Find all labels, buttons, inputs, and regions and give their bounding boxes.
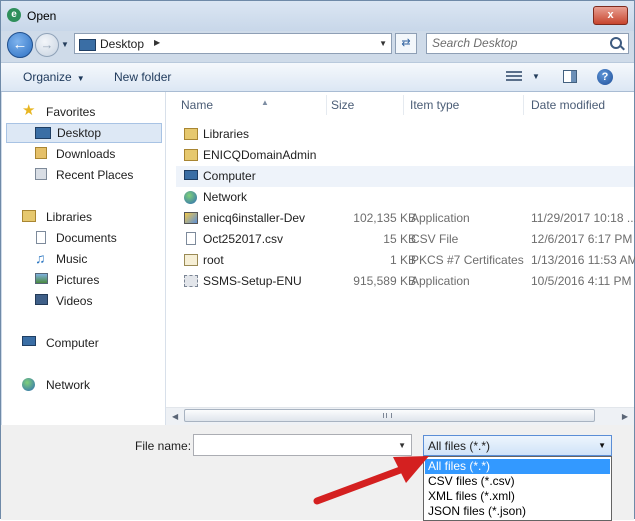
desktop-icon — [35, 127, 51, 139]
installer-icon — [184, 212, 198, 224]
app-icon: e — [7, 8, 21, 22]
computer-icon — [22, 336, 36, 346]
grip-icon — [383, 413, 392, 418]
preview-pane-icon[interactable] — [563, 70, 577, 83]
file-row-computer[interactable]: Computer — [176, 166, 634, 187]
filter-option-json[interactable]: JSON files (*.json) — [425, 504, 610, 519]
sidebar-item-documents[interactable]: Documents — [35, 228, 162, 248]
recent-places-icon — [35, 168, 47, 180]
sidebar-item-pictures[interactable]: Pictures — [35, 270, 162, 290]
column-header-size[interactable]: Size — [331, 92, 406, 118]
recent-locations-dropdown[interactable]: ▼ — [61, 40, 69, 49]
file-row-enicq6installer[interactable]: enicq6installer-Dev 102,135 KB Applicati… — [176, 208, 635, 229]
file-row-root[interactable]: root 1 KB PKCS #7 Certificates 1/13/2016… — [176, 250, 635, 271]
annotation-arrow-icon — [313, 456, 429, 505]
sort-ascending-icon: ▲ — [261, 98, 269, 107]
folder-icon — [184, 128, 198, 140]
scrollbar-thumb[interactable] — [184, 409, 595, 422]
network-icon — [184, 191, 197, 204]
column-divider[interactable] — [523, 95, 524, 115]
window-title: Open — [27, 9, 57, 23]
filter-option-csv[interactable]: CSV files (*.csv) — [425, 474, 610, 489]
search-input[interactable] — [432, 36, 602, 50]
new-folder-button[interactable]: New folder — [114, 70, 171, 84]
file-type-dropdown-list: All files (*.*) CSV files (*.csv) XML fi… — [423, 456, 612, 521]
sidebar-item-videos[interactable]: Videos — [35, 291, 162, 311]
libraries-icon — [22, 210, 36, 222]
setup-icon — [184, 275, 198, 287]
sidebar-item-computer[interactable]: Computer — [22, 333, 162, 353]
sidebar-item-downloads[interactable]: Downloads — [35, 144, 162, 164]
sidebar-item-music[interactable]: ♫ Music — [35, 249, 162, 269]
column-header-type[interactable]: Item type — [410, 92, 520, 118]
search-box[interactable] — [426, 33, 629, 54]
libraries-header[interactable]: Libraries — [22, 207, 162, 227]
title-bar[interactable]: e Open x — [1, 1, 634, 31]
file-name-label: File name: — [135, 439, 192, 453]
sidebar-item-network[interactable]: Network — [22, 375, 162, 395]
search-icon[interactable] — [610, 37, 622, 49]
file-row-oct252017-csv[interactable]: Oct252017.csv 15 KB CSV File 12/6/2017 6… — [176, 229, 634, 250]
scroll-left-icon[interactable]: ◀ — [172, 412, 178, 421]
column-header-date[interactable]: Date modified — [531, 92, 631, 118]
filter-option-all-files[interactable]: All files (*.*) — [425, 459, 610, 474]
downloads-icon — [35, 147, 47, 159]
command-bar: Organize ▼ New folder ▼ ? — [1, 62, 634, 92]
column-divider[interactable] — [326, 95, 327, 115]
desktop-icon — [79, 39, 96, 51]
videos-icon — [35, 294, 48, 305]
user-folder-icon — [184, 149, 198, 161]
column-header-name[interactable]: Name ▲ — [181, 92, 326, 118]
file-row-ssms-setup-enu[interactable]: SSMS-Setup-ENU 915,589 KB Application 10… — [176, 271, 634, 292]
help-icon[interactable]: ? — [597, 69, 613, 85]
organize-label: Organize — [23, 70, 72, 84]
organize-button[interactable]: Organize ▼ — [23, 70, 85, 84]
address-location[interactable]: Desktop — [100, 37, 144, 51]
refresh-button[interactable]: ⇄ — [395, 33, 417, 54]
file-list-pane: Name ▲ Size Item type Date modified Libr… — [166, 92, 635, 425]
back-button[interactable]: ← — [7, 32, 33, 58]
favorites-header[interactable]: ★ Favorites — [22, 102, 162, 122]
breadcrumb-chevron-icon[interactable]: ▶ — [154, 38, 160, 47]
sidebar-item-recent-places[interactable]: Recent Places — [35, 165, 162, 185]
view-dropdown-icon[interactable]: ▼ — [532, 72, 540, 81]
file-row-enicqdomainadmin[interactable]: ENICQDomainAdmin — [176, 145, 634, 166]
pictures-icon — [35, 273, 48, 284]
address-row: ← → ▼ Desktop ▶ ▼ ⇄ — [1, 31, 634, 59]
scroll-right-icon[interactable]: ▶ — [622, 412, 628, 421]
forward-button[interactable]: → — [35, 33, 59, 57]
music-icon: ♫ — [35, 250, 46, 266]
close-button[interactable]: x — [593, 6, 628, 25]
network-icon — [22, 378, 35, 391]
file-row-libraries[interactable]: Libraries — [176, 124, 634, 145]
file-type-filter-select[interactable]: All files (*.*) ▼ — [423, 435, 612, 456]
chevron-down-icon[interactable]: ▼ — [598, 441, 606, 450]
address-dropdown-icon[interactable]: ▼ — [379, 39, 387, 48]
certificate-icon — [184, 254, 198, 266]
documents-icon — [36, 231, 46, 244]
address-bar[interactable]: Desktop ▶ ▼ — [74, 33, 392, 54]
csv-file-icon — [186, 232, 196, 245]
sidebar-item-desktop[interactable]: Desktop — [6, 123, 162, 143]
chevron-down-icon: ▼ — [76, 74, 85, 83]
open-file-dialog: e Open x ← → ▼ Desktop ▶ ▼ ⇄ Organize ▼ N… — [0, 0, 635, 521]
column-divider[interactable] — [403, 95, 404, 115]
navigation-pane: ★ Favorites Desktop Downloads Recent Pla… — [2, 92, 166, 425]
view-options-icon[interactable] — [506, 71, 522, 83]
file-row-network[interactable]: Network — [176, 187, 634, 208]
filter-option-xml[interactable]: XML files (*.xml) — [425, 489, 610, 504]
horizontal-scrollbar[interactable]: ◀ ▶ — [166, 407, 634, 425]
computer-icon — [184, 170, 198, 180]
star-icon: ★ — [22, 102, 36, 119]
